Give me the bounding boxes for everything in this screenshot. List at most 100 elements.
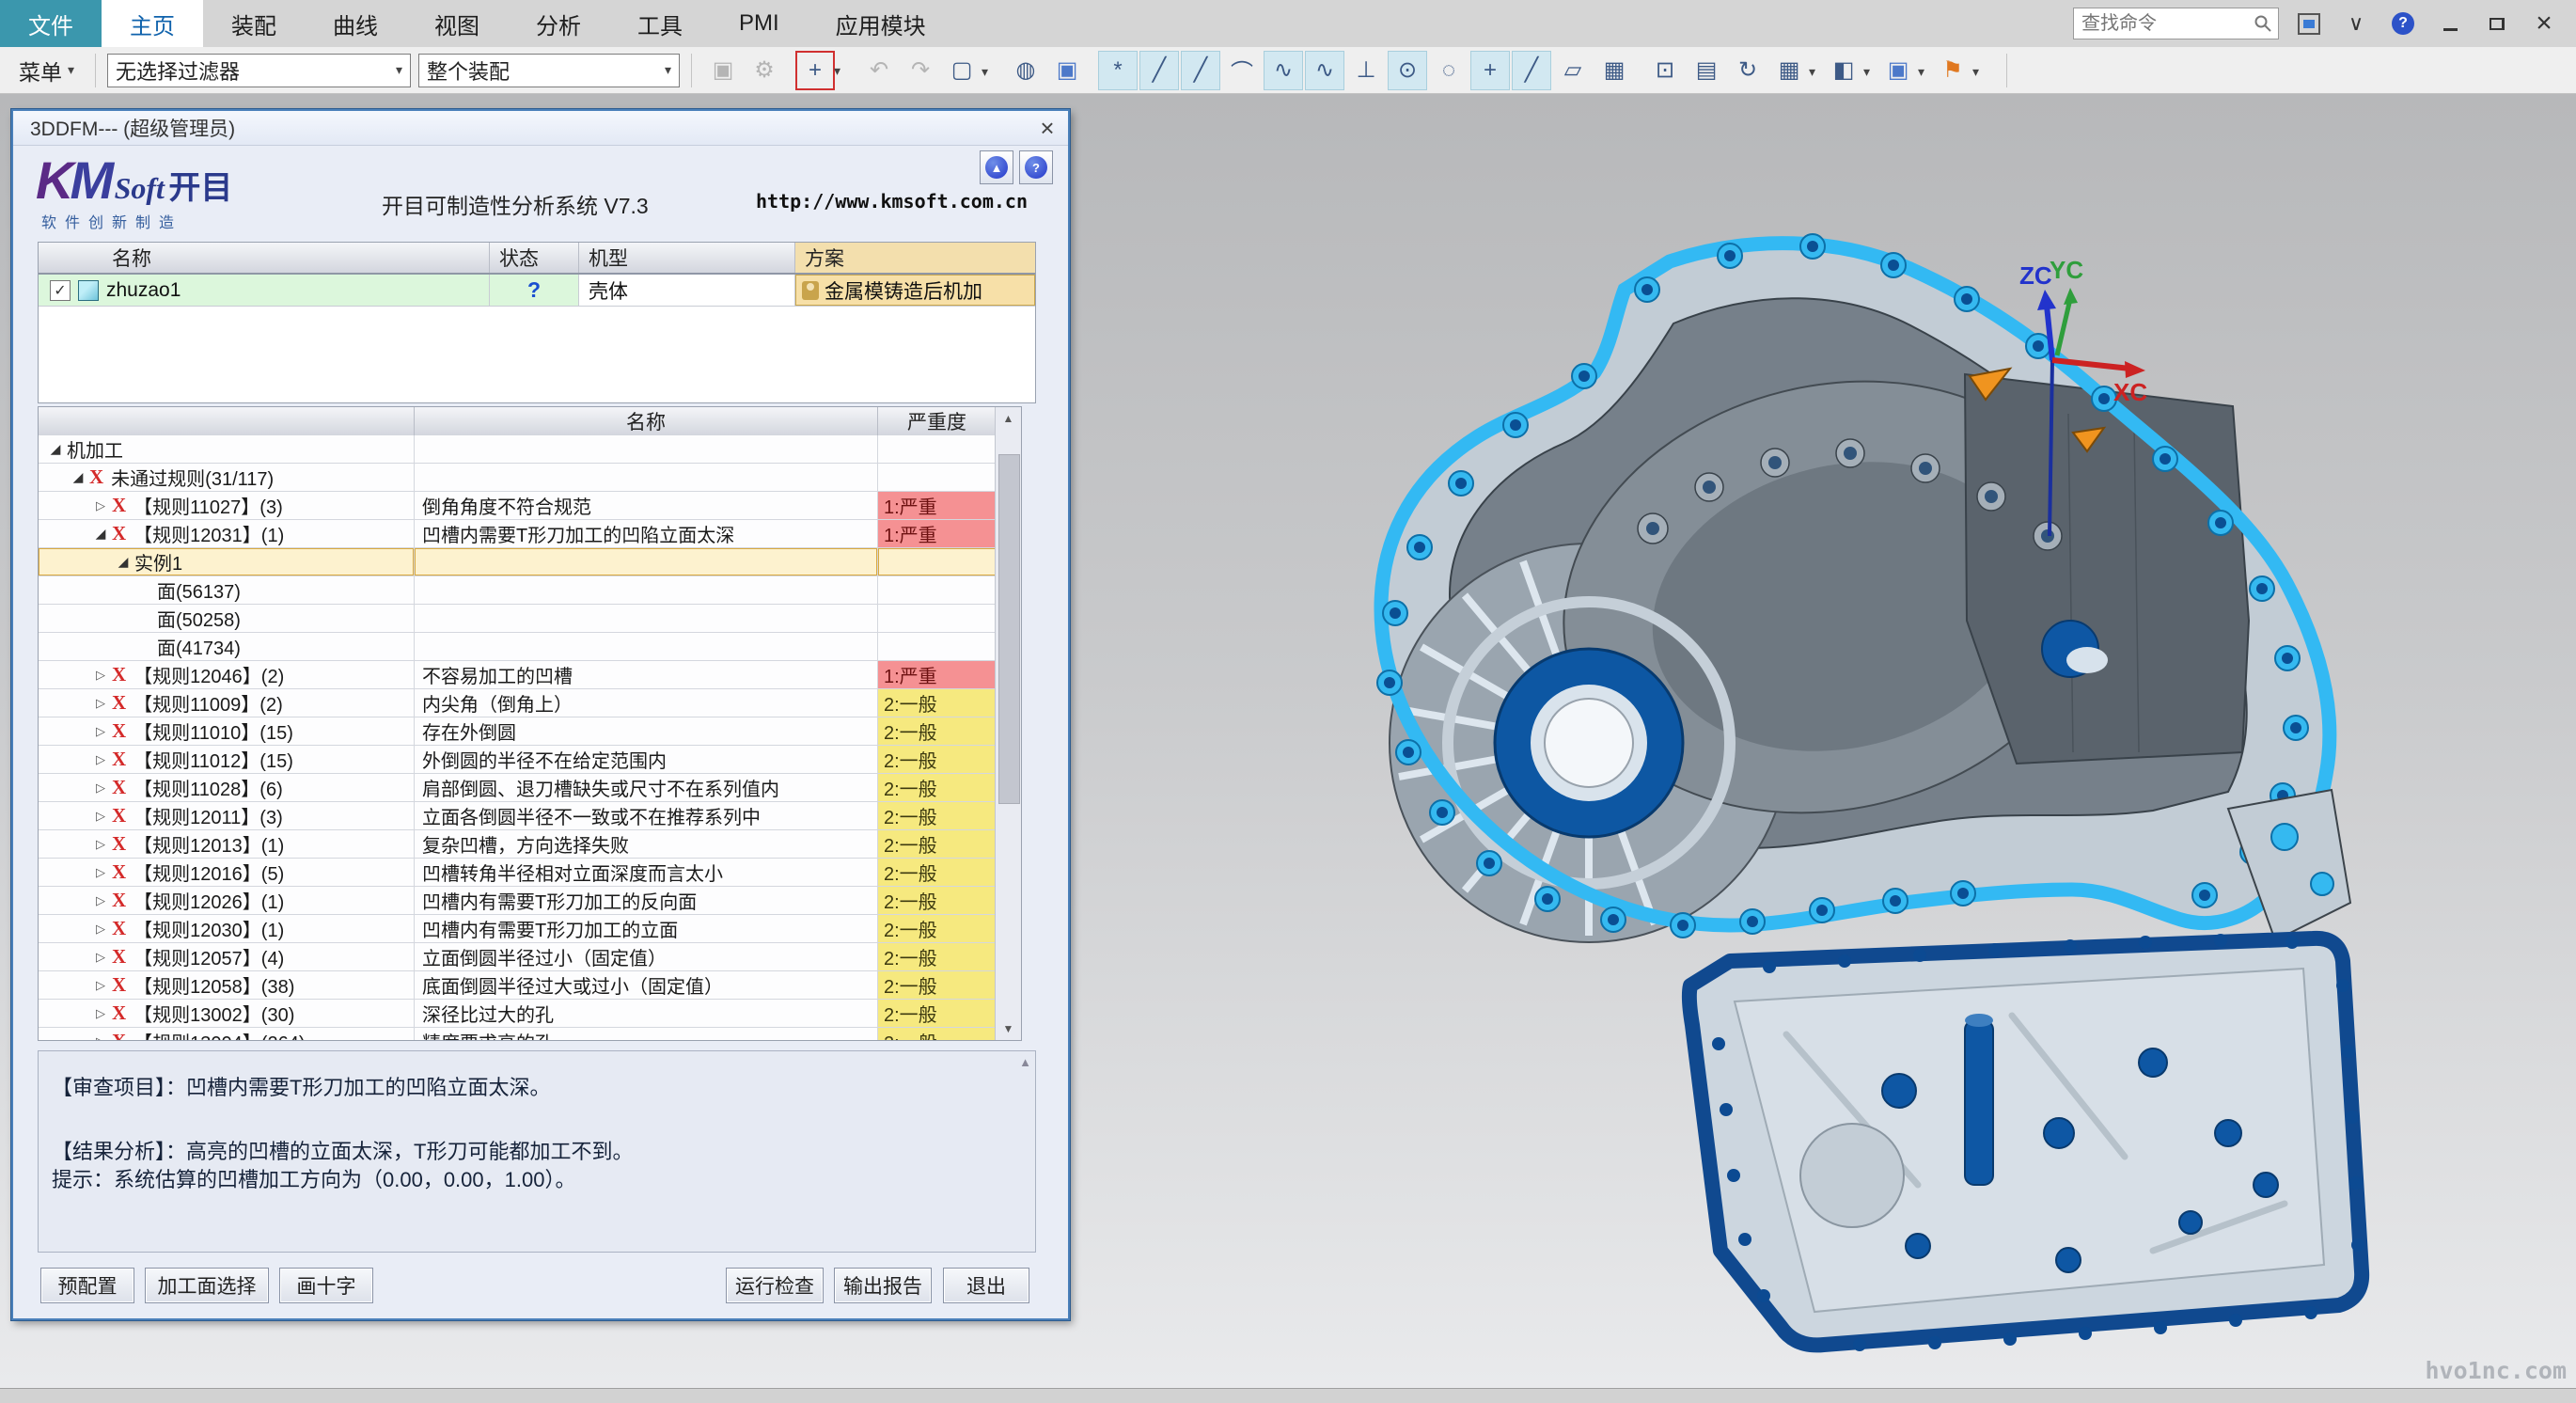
face-select-button[interactable]: 加工面选择	[145, 1268, 269, 1303]
axis-tool-icon[interactable]: ⊥	[1346, 51, 1386, 90]
rule-row[interactable]: ▷X【规则11012】(15)外倒圆的半径不在给定范围内2:一般	[39, 746, 996, 774]
rotate-view-icon[interactable]: ↻	[1728, 51, 1767, 90]
dropdown-arrow-icon[interactable]: ▾	[1863, 64, 1870, 80]
help-icon[interactable]: ?	[2386, 8, 2420, 39]
scroll-down-icon[interactable]: ▼	[996, 1017, 1021, 1040]
minimize-button[interactable]	[2433, 8, 2467, 39]
output-report-button[interactable]: 输出报告	[834, 1268, 932, 1303]
expand-icon[interactable]: ▷	[89, 696, 112, 711]
expand-icon[interactable]: ▷	[89, 1034, 112, 1041]
arc-tool-icon[interactable]: ⌒	[1222, 51, 1262, 90]
orient-flag-icon[interactable]: ⚑▾	[1933, 51, 1972, 90]
rule-row[interactable]: 面(41734)	[39, 633, 996, 661]
undo-orient-icon[interactable]: ↶	[859, 51, 899, 90]
dropdown-arrow-icon[interactable]: ▾	[1918, 64, 1924, 80]
expand-icon[interactable]: ▷	[89, 978, 112, 993]
surface-tool-icon[interactable]: ▱	[1553, 51, 1593, 90]
rule-row[interactable]: ▷X【规则11010】(15)存在外倒圆2:一般	[39, 717, 996, 746]
rule-row[interactable]: ◢X未通过规则(31/117)	[39, 464, 996, 492]
scroll-up-icon[interactable]: ▲	[996, 407, 1021, 430]
section-view-icon[interactable]: ◧▾	[1824, 51, 1863, 90]
run-check-button[interactable]: 运行检查	[726, 1268, 824, 1303]
close-button[interactable]: ×	[2527, 8, 2561, 39]
command-search[interactable]	[2073, 8, 2279, 39]
preset-button[interactable]: 预配置	[40, 1268, 134, 1303]
line-tool-icon[interactable]: ╱	[1139, 51, 1179, 90]
tab-装配[interactable]: 装配	[203, 0, 305, 47]
info-scroll-up-icon[interactable]: ▲	[1019, 1055, 1031, 1069]
expand-icon[interactable]: ▷	[89, 752, 112, 767]
point-tool-icon[interactable]: *	[1098, 51, 1138, 90]
multi-view-icon[interactable]: ▦▾	[1769, 51, 1809, 90]
tab-曲线[interactable]: 曲线	[305, 0, 406, 47]
ellipse-tool-icon[interactable]: ◌	[1429, 51, 1469, 90]
tab-PMI[interactable]: PMI	[711, 0, 808, 47]
collapse-icon[interactable]: ◢	[44, 441, 67, 457]
rule-row[interactable]: 面(50258)	[39, 605, 996, 633]
expand-icon[interactable]: ▷	[89, 893, 112, 908]
menu-button[interactable]: 菜单▾	[9, 55, 84, 87]
restore-button[interactable]	[2480, 8, 2514, 39]
grid-tool-icon[interactable]: ▦	[1594, 51, 1634, 90]
dropdown-arrow-icon[interactable]: ▾	[1972, 64, 1979, 80]
expand-icon[interactable]: ▷	[89, 922, 112, 937]
rule-row[interactable]: ▷X【规则12016】(5)凹槽转角半径相对立面深度而言太小2:一般	[39, 859, 996, 887]
rule-row[interactable]: ▷X【规则12013】(1)复杂凹槽，方向选择失败2:一般	[39, 830, 996, 859]
pan-view-icon[interactable]: ▤	[1687, 51, 1726, 90]
tab-主页[interactable]: 主页	[102, 0, 203, 47]
cross-point-icon[interactable]: +	[1470, 51, 1510, 90]
search-input[interactable]	[2080, 12, 2254, 36]
rule-row[interactable]: ▷X【规则12030】(1)凹槽内有需要T形刀加工的立面2:一般	[39, 915, 996, 943]
expand-icon[interactable]: ▷	[89, 668, 112, 683]
tab-分析[interactable]: 分析	[508, 0, 609, 47]
expand-icon[interactable]: ▷	[89, 865, 112, 880]
rule-row[interactable]: ▷X【规则11028】(6)肩部倒圆、退刀槽缺失或尺寸不在系列值内2:一般	[39, 774, 996, 802]
part-checkbox[interactable]: ✓	[50, 280, 71, 301]
tab-应用模块[interactable]: 应用模块	[808, 0, 954, 47]
rule-row[interactable]: ▷X【规则12058】(38)底面倒圆半径过大或过小（固定值）2:一般	[39, 971, 996, 1000]
fit-curve-icon[interactable]: ∿	[1305, 51, 1344, 90]
chevron-down-icon[interactable]: ∨	[2339, 8, 2373, 39]
rule-row[interactable]: ▷X【规则12026】(1)凹槽内有需要T形刀加工的反向面2:一般	[39, 887, 996, 915]
segment-tool-icon[interactable]: ╱	[1512, 51, 1551, 90]
view-cube-icon[interactable]: ▣	[1047, 51, 1087, 90]
dialog-help-icon[interactable]: ?	[1019, 150, 1053, 184]
redo-orient-icon[interactable]: ↷	[901, 51, 940, 90]
tab-工具[interactable]: 工具	[609, 0, 711, 47]
selection-filter-dropdown[interactable]: 无选择过滤器▾	[107, 54, 411, 87]
expand-icon[interactable]: ▷	[89, 724, 112, 739]
rule-row[interactable]: ◢实例1	[39, 548, 996, 576]
collapse-icon[interactable]: ◢	[112, 554, 134, 570]
dialog-titlebar[interactable]: 3DDFM--- (超级管理员) ×	[13, 111, 1068, 146]
dropdown-arrow-icon[interactable]: ▾	[982, 64, 988, 80]
rules-scrollbar[interactable]: ▲ ▼	[995, 407, 1021, 1040]
expand-icon[interactable]: ▷	[89, 837, 112, 852]
rule-row[interactable]: ◢X【规则12031】(1)凹槽内需要T形刀加工的凹陷立面太深1:严重	[39, 520, 996, 548]
zoom-window-icon[interactable]: ⊡	[1645, 51, 1685, 90]
select-rectangle-icon[interactable]: ▢▾	[942, 51, 982, 90]
fullscreen-icon[interactable]	[2292, 8, 2326, 39]
studio-spline-icon[interactable]: ∿	[1264, 51, 1303, 90]
part-row[interactable]: ✓ zhuzao1 ? 壳体 金属模铸造后机加	[39, 275, 1035, 307]
exit-button[interactable]: 退出	[943, 1268, 1029, 1303]
selection-scope-dropdown[interactable]: 整个装配▾	[418, 54, 680, 87]
draw-cross-button[interactable]: 画十字	[279, 1268, 373, 1303]
rule-row[interactable]: ▷X【规则11009】(2)内尖角（倒角上）2:一般	[39, 689, 996, 717]
tab-文件[interactable]: 文件	[0, 0, 102, 47]
expand-icon[interactable]: ▷	[89, 780, 112, 796]
tab-视图[interactable]: 视图	[406, 0, 508, 47]
expand-icon[interactable]: ▷	[89, 950, 112, 965]
collapse-icon[interactable]: ◢	[67, 469, 89, 485]
rule-row[interactable]: ◢机加工	[39, 435, 996, 464]
dropdown-arrow-icon[interactable]: ▾	[1809, 64, 1815, 80]
inclined-line-icon[interactable]: ╱	[1181, 51, 1220, 90]
collapse-icon[interactable]: ▲	[980, 150, 1013, 184]
assembly-icon[interactable]: ▣	[703, 51, 743, 90]
part-plan[interactable]: 金属模铸造后机加	[795, 275, 1035, 306]
rule-row[interactable]: ▷X【规则13004】(264)精度要求高的孔2:一般	[39, 1028, 996, 1040]
collapse-icon[interactable]: ◢	[89, 526, 112, 542]
dialog-close-icon[interactable]: ×	[1027, 113, 1068, 144]
circle-tool-icon[interactable]: ⊙	[1388, 51, 1427, 90]
rule-row[interactable]: ▷X【规则11027】(3)倒角角度不符合规范1:严重	[39, 492, 996, 520]
rule-row[interactable]: ▷X【规则12011】(3)立面各倒圆半径不一致或不在推荐系列中2:一般	[39, 802, 996, 830]
